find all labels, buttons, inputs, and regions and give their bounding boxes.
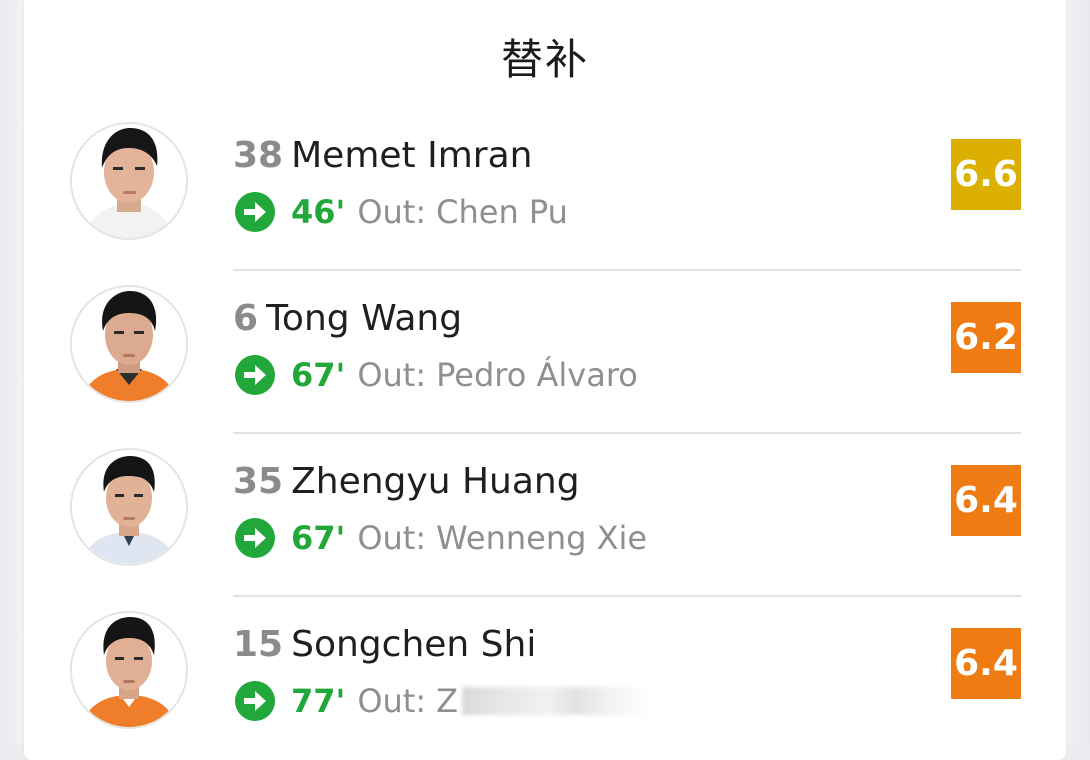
player-row[interactable]: 35 Zhengyu Huang 67' Out: Wenneng Xie 6.4 <box>24 434 1066 597</box>
out-player-name: Chen Pu <box>436 193 568 231</box>
substitution-info: 77' Out: Z <box>235 679 653 723</box>
substitution-minute: 77' <box>291 682 346 720</box>
substitution-minute: 67' <box>291 519 346 557</box>
redacted-text-blur <box>462 687 653 715</box>
shirt-number: 15 <box>233 624 284 665</box>
substitution-in-arrow-icon <box>235 192 275 232</box>
substitution-info: 46' Out: Chen Pu <box>235 190 568 234</box>
rating-badge: 6.4 <box>951 465 1021 536</box>
player-row[interactable]: 6 Tong Wang 67' Out: Pedro Álvaro 6.2 <box>24 271 1066 434</box>
shirt-number: 6 <box>233 298 259 339</box>
substitution-in-arrow-icon <box>235 681 275 721</box>
player-name: Zhengyu Huang <box>291 461 580 502</box>
substitution-minute: 46' <box>291 193 346 231</box>
out-player-name: Wenneng Xie <box>436 519 648 557</box>
rating-badge: 6.6 <box>951 139 1021 210</box>
player-avatar[interactable] <box>70 448 188 566</box>
out-label: Out: <box>357 519 427 557</box>
shirt-number: 35 <box>233 461 284 502</box>
out-label: Out: <box>357 682 427 720</box>
substitutes-card: 替补 38 Memet Imran 46' Out: Chen Pu 6.6 6… <box>24 0 1066 760</box>
substitution-in-arrow-icon <box>235 518 275 558</box>
substitution-info: 67' Out: Pedro Álvaro <box>235 353 638 397</box>
rating-badge: 6.4 <box>951 628 1021 699</box>
player-name: Songchen Shi <box>291 624 537 665</box>
player-avatar[interactable] <box>70 122 188 240</box>
player-name-line: 35 Zhengyu Huang <box>233 460 580 504</box>
substitution-info: 67' Out: Wenneng Xie <box>235 516 647 560</box>
player-name-line: 6 Tong Wang <box>233 297 462 341</box>
substitution-minute: 67' <box>291 356 346 394</box>
player-row[interactable]: 15 Songchen Shi 77' Out: Z 6.4 <box>24 597 1066 760</box>
player-avatar[interactable] <box>70 611 188 729</box>
out-label: Out: <box>357 193 427 231</box>
out-player-name: Pedro Álvaro <box>436 356 638 394</box>
player-name: Memet Imran <box>291 135 533 176</box>
player-name: Tong Wang <box>266 298 463 339</box>
player-row[interactable]: 38 Memet Imran 46' Out: Chen Pu 6.6 <box>24 108 1066 271</box>
substitution-in-arrow-icon <box>235 355 275 395</box>
player-avatar[interactable] <box>70 285 188 403</box>
player-name-line: 38 Memet Imran <box>233 134 532 178</box>
out-label: Out: <box>357 356 427 394</box>
out-player-name: Z <box>436 682 459 720</box>
section-title: 替补 <box>500 35 589 84</box>
shirt-number: 38 <box>233 135 284 176</box>
rating-badge: 6.2 <box>951 302 1021 373</box>
player-name-line: 15 Songchen Shi <box>233 623 536 667</box>
